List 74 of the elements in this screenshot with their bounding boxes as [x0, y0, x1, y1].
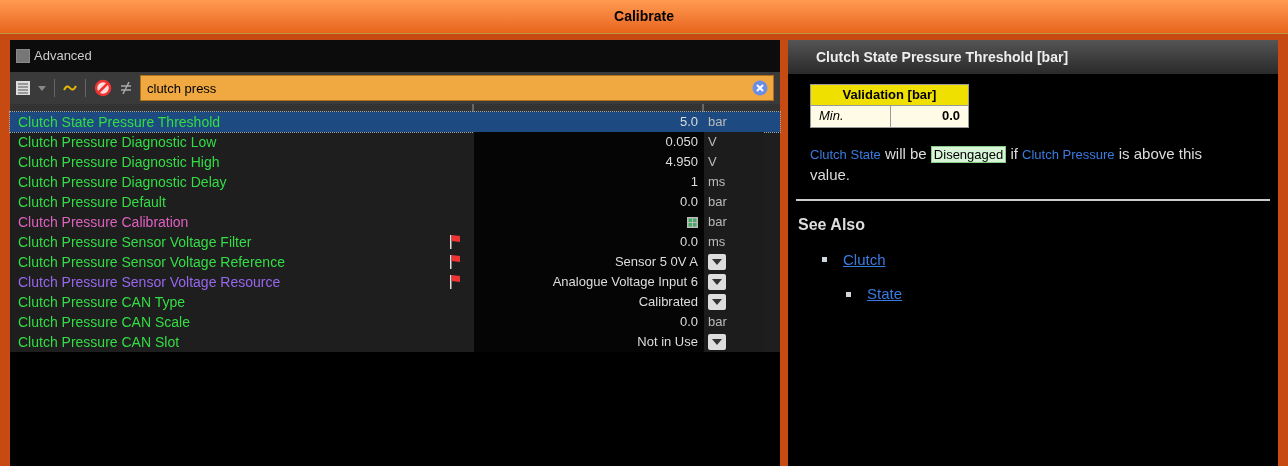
column-header[interactable]	[10, 104, 474, 112]
value-text: 5.0	[679, 113, 698, 132]
advanced-checkbox[interactable]	[16, 49, 30, 63]
text-link[interactable]: Clutch State	[810, 146, 881, 162]
filter-field[interactable]: clutch press	[140, 75, 774, 101]
table-header: Validation [bar]	[810, 84, 969, 105]
value-text: Analogue Voltage Input 6	[552, 273, 698, 292]
clear-icon[interactable]	[752, 80, 768, 96]
parameter-name: Clutch Pressure Sensor Voltage Reference	[18, 254, 285, 270]
parameter-row[interactable]: Clutch Pressure Sensor Voltage Reference Sensor 5 0V A	[10, 252, 780, 272]
see-also-link[interactable]: State	[867, 283, 903, 306]
advanced-label: Advanced	[34, 47, 92, 66]
caret-icon[interactable]	[38, 85, 46, 91]
parameter-name: Clutch Pressure CAN Slot	[18, 334, 180, 350]
value-text: 1	[690, 173, 698, 192]
parameter-name: Clutch Pressure Sensor Voltage Filter	[18, 234, 252, 250]
bullet-icon	[846, 291, 851, 297]
caret-icon	[712, 339, 722, 345]
table-cell: Min.	[810, 105, 891, 127]
unit-text: V	[708, 133, 717, 152]
parameter-row[interactable]: Clutch Pressure Diagnostic Low 0.050 V	[10, 132, 780, 152]
value-text: Not in Use	[637, 333, 698, 352]
value-text: Calibrated	[638, 293, 698, 312]
value-text: Sensor 5 0V A	[614, 253, 698, 272]
wave-icon[interactable]	[63, 84, 77, 92]
value-text: 4.950	[665, 153, 698, 172]
value-text: 0.0	[679, 193, 698, 212]
parameter-name: Clutch Pressure Sensor Voltage Resource	[18, 274, 281, 290]
prohibited-icon[interactable]	[94, 79, 112, 97]
description-text: Clutch State will be Disengaged if Clutch Pressure is above this value.	[810, 143, 1204, 185]
parameter-row[interactable]: Clutch State Pressure Threshold 5.0 bar	[10, 112, 780, 132]
dropdown-button[interactable]	[708, 334, 726, 350]
see-also-heading: See Also	[798, 215, 865, 233]
unit-text: bar	[708, 113, 727, 132]
bullet-icon	[822, 257, 827, 263]
unit-text: bar	[708, 213, 727, 232]
parameter-name: Clutch Pressure Diagnostic Low	[18, 134, 217, 150]
help-title: Clutch State Pressure Threshold [bar]	[816, 47, 1069, 67]
table-icon[interactable]	[687, 216, 698, 228]
dropdown-button[interactable]	[708, 274, 726, 290]
parameter-row[interactable]: Clutch Pressure Sensor Voltage Filter 0.0 ms	[10, 232, 780, 252]
parameter-row[interactable]: Clutch Pressure CAN Slot Not in Use	[10, 332, 780, 352]
parameter-name: Clutch Pressure Default	[18, 194, 166, 210]
unit-text: ms	[708, 233, 726, 252]
parameter-row[interactable]: Clutch Pressure Diagnostic Delay 1 ms	[10, 172, 780, 192]
unit-text: V	[708, 153, 717, 172]
parameter-name: Clutch Pressure Diagnostic High	[18, 154, 220, 170]
window-title: Calibrate	[614, 7, 674, 26]
parameter-row[interactable]: Clutch Pressure Diagnostic High 4.950 V	[10, 152, 780, 172]
dropdown-button[interactable]	[708, 254, 726, 270]
parameter-name: Clutch Pressure CAN Scale	[18, 314, 190, 330]
text-link[interactable]: Clutch Pressure	[1022, 146, 1115, 162]
unit-text: bar	[708, 313, 727, 332]
caret-icon	[712, 279, 722, 285]
value-text: 0.0	[679, 313, 698, 332]
not-equal-icon[interactable]	[120, 81, 132, 95]
parameter-row[interactable]: Clutch Pressure CAN Scale 0.0 bar	[10, 312, 780, 332]
see-also-link[interactable]: Clutch	[843, 248, 886, 271]
value-text: 0.050	[665, 133, 698, 152]
parameter-row[interactable]: Clutch Pressure Sensor Voltage Resource Analogue Voltage Input 6	[10, 272, 780, 292]
unit-text: bar	[708, 193, 727, 212]
parameter-row[interactable]: Clutch Pressure CAN Type Calibrated	[10, 292, 780, 312]
parameter-name: Clutch Pressure CAN Type	[18, 294, 186, 310]
parameter-name: Clutch Pressure Diagnostic Delay	[18, 174, 227, 190]
dropdown-button[interactable]	[708, 294, 726, 310]
parameter-name: Clutch Pressure Calibration	[18, 214, 189, 230]
column-header[interactable]	[474, 104, 704, 112]
unit-text: ms	[708, 173, 726, 192]
caret-icon	[712, 259, 722, 265]
value-text: 0.0	[679, 233, 698, 252]
caret-icon	[712, 299, 722, 305]
parameter-row[interactable]: Clutch Pressure Calibration bar	[10, 212, 780, 232]
parameter-row[interactable]: Clutch Pressure Default 0.0 bar	[10, 192, 780, 212]
parameter-name: Clutch State Pressure Threshold	[18, 114, 221, 130]
